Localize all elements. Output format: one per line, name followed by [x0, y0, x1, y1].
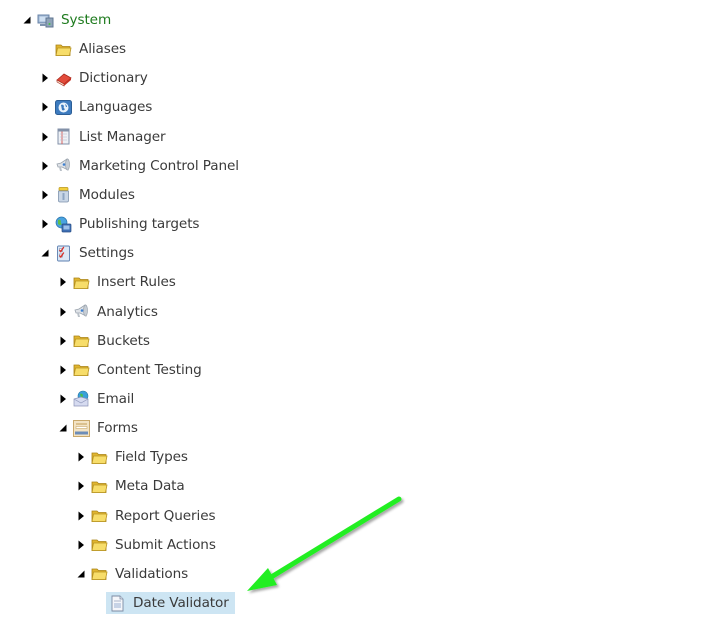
tree-item-email[interactable]: Email: [56, 388, 137, 410]
expand-arrow-icon[interactable]: [38, 155, 52, 177]
expand-arrow-icon[interactable]: [38, 126, 52, 148]
globe-icon: [55, 99, 72, 116]
document-icon: [109, 595, 126, 612]
toggle-spacer: [38, 38, 52, 60]
folder-icon: [91, 536, 108, 553]
tree-item-label[interactable]: Modules: [76, 185, 138, 205]
tree-item-label[interactable]: Email: [94, 389, 137, 409]
folder-icon: [91, 478, 108, 495]
tree-item-label[interactable]: Buckets: [94, 331, 153, 351]
tree-item-meta-data[interactable]: Meta Data: [74, 475, 188, 497]
tree-item-settings[interactable]: Settings: [38, 242, 137, 264]
expand-arrow-icon[interactable]: [38, 67, 52, 89]
tree-item-label[interactable]: System: [58, 10, 114, 30]
expand-arrow-icon[interactable]: [56, 301, 70, 323]
folder-icon: [91, 507, 108, 524]
megaphone-icon: [73, 303, 90, 320]
expand-arrow-icon[interactable]: [74, 475, 88, 497]
tree-item-field-types[interactable]: Field Types: [74, 446, 191, 468]
expand-arrow-icon[interactable]: [74, 505, 88, 527]
tree-item-label[interactable]: Publishing targets: [76, 214, 202, 234]
tree-item-publishing-targets[interactable]: Publishing targets: [38, 213, 202, 235]
tree-item-label[interactable]: Languages: [76, 97, 155, 117]
expand-arrow-icon[interactable]: [74, 534, 88, 556]
tree-item-label[interactable]: Marketing Control Panel: [76, 156, 242, 176]
tree-item-label[interactable]: Dictionary: [76, 68, 151, 88]
tree-item-submit-actions[interactable]: Submit Actions: [74, 534, 219, 556]
tree-item-validations[interactable]: Validations: [74, 563, 191, 585]
expand-arrow-icon[interactable]: [56, 388, 70, 410]
tree-item-languages[interactable]: Languages: [38, 96, 155, 118]
tree-item-marketing-control-panel[interactable]: Marketing Control Panel: [38, 155, 242, 177]
folder-icon: [91, 565, 108, 582]
publishing-globe-icon: [55, 216, 72, 233]
tree-item-label[interactable]: Insert Rules: [94, 272, 179, 292]
collapse-arrow-icon[interactable]: [20, 9, 34, 31]
tree-item-label[interactable]: Forms: [94, 418, 141, 438]
tree-item-report-queries[interactable]: Report Queries: [74, 505, 218, 527]
tree-item-label[interactable]: Validations: [112, 564, 191, 584]
folder-icon: [91, 449, 108, 466]
tree-item-system[interactable]: System: [20, 9, 114, 31]
folder-icon: [73, 274, 90, 291]
tree-item-modules[interactable]: Modules: [38, 184, 138, 206]
folder-icon: [73, 361, 90, 378]
tree-item-forms[interactable]: Forms: [56, 417, 141, 439]
tree-item-analytics[interactable]: Analytics: [56, 301, 161, 323]
folder-icon: [55, 41, 72, 58]
collapse-arrow-icon[interactable]: [56, 417, 70, 439]
tree-item-buckets[interactable]: Buckets: [56, 330, 153, 352]
expand-arrow-icon[interactable]: [38, 96, 52, 118]
tree-item-content-testing[interactable]: Content Testing: [56, 359, 205, 381]
tree-item-label[interactable]: Settings: [76, 243, 137, 263]
tree-item-label[interactable]: Aliases: [76, 39, 129, 59]
expand-arrow-icon[interactable]: [56, 330, 70, 352]
collapse-arrow-icon[interactable]: [38, 242, 52, 264]
tree-item-aliases[interactable]: Aliases: [38, 38, 129, 60]
tree-item-label[interactable]: Submit Actions: [112, 535, 219, 555]
tree-item-label[interactable]: Analytics: [94, 302, 161, 322]
content-tree: System Aliases Dictionary Languages List Man…: [0, 0, 715, 623]
expand-arrow-icon[interactable]: [56, 359, 70, 381]
email-globe-icon: [73, 390, 90, 407]
tree-item-dictionary[interactable]: Dictionary: [38, 67, 151, 89]
tree-item-label[interactable]: Date Validator: [130, 593, 232, 613]
system-computer-icon: [37, 12, 54, 29]
expand-arrow-icon[interactable]: [74, 446, 88, 468]
tree-item-label[interactable]: List Manager: [76, 127, 168, 147]
megaphone-icon: [55, 157, 72, 174]
expand-arrow-icon[interactable]: [38, 184, 52, 206]
tree-item-list-manager[interactable]: List Manager: [38, 126, 168, 148]
tree-item-date-validator[interactable]: Date Validator: [106, 592, 235, 614]
forms-icon: [73, 419, 90, 437]
tree-item-insert-rules[interactable]: Insert Rules: [56, 271, 179, 293]
settings-checklist-icon: [55, 245, 72, 262]
tree-item-label[interactable]: Content Testing: [94, 360, 205, 380]
expand-arrow-icon[interactable]: [38, 213, 52, 235]
expand-arrow-icon[interactable]: [56, 271, 70, 293]
list-manager-icon: [55, 128, 72, 145]
folder-icon: [73, 332, 90, 349]
dictionary-book-icon: [55, 70, 72, 87]
tree-item-label[interactable]: Report Queries: [112, 506, 218, 526]
modules-jar-icon: [55, 186, 72, 203]
tree-item-label[interactable]: Field Types: [112, 447, 191, 467]
collapse-arrow-icon[interactable]: [74, 563, 88, 585]
tree-item-label[interactable]: Meta Data: [112, 476, 188, 496]
